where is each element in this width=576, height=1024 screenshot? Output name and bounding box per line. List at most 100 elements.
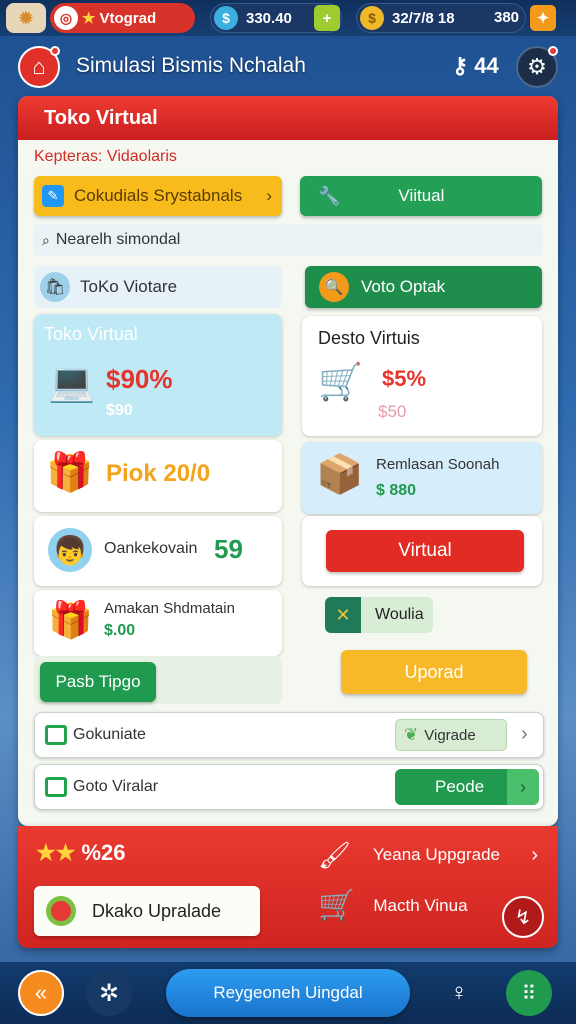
gear-avatar-icon: ✹: [17, 7, 35, 30]
magnifier-badge-icon: 🔍: [319, 272, 349, 302]
add-coins-button[interactable]: +: [314, 5, 340, 31]
row1-label: Gokuniate: [73, 726, 146, 743]
treasure-box-icon: 📦: [316, 454, 364, 496]
list-row-goto-viralar[interactable]: Goto Viralar Peode ›: [34, 764, 544, 810]
search-input[interactable]: ⌕ Nearelh simondal: [34, 224, 542, 256]
tab-toko-viotare[interactable]: 🛍 ToKo Viotare: [34, 266, 282, 308]
section-label: Kepteras: Vidaolaris: [34, 148, 177, 165]
category-dropdown-button[interactable]: ✎ Cokudials Srystabnals ›: [34, 176, 282, 216]
upgrade-link-label: Yeana Uppgrade: [373, 845, 501, 864]
pack-upgrade-button[interactable]: Pasb Tipgo: [40, 662, 156, 702]
main-nav-button[interactable]: Reygeoneh Uingdal: [166, 969, 410, 1017]
home-logo-icon: ⌂: [32, 54, 46, 79]
film-icon: [45, 725, 67, 745]
tools-tag[interactable]: ✕ Woulia: [325, 597, 433, 633]
profile-badge[interactable]: ✹: [6, 3, 46, 33]
sparkle-tools-icon: ✲: [98, 979, 120, 1007]
nav-menu-button[interactable]: ⠿: [506, 970, 552, 1016]
add-gems-button[interactable]: ✦: [530, 5, 556, 31]
list-row-gokuniate[interactable]: Gokuniate ❦ Vigrade ›: [34, 712, 544, 758]
virtual-red-button[interactable]: Virtual: [326, 530, 524, 572]
offer-card-right[interactable]: Desto Virtuis 🛒 $5% $50: [302, 316, 542, 436]
coin-icon: $: [214, 6, 238, 30]
wrench-icon: 🔧: [318, 185, 341, 206]
paint-roller-icon: 🖌: [318, 839, 352, 870]
back-arrow-icon: «: [34, 980, 48, 1005]
bonus-card[interactable]: 📦 Remlasan Soonah $ 880: [302, 442, 542, 514]
key-counter[interactable]: ⚷ 44: [452, 53, 499, 79]
film-icon-2: [45, 777, 67, 797]
game-title: Simulasi Bismis Nchalah: [76, 54, 306, 77]
offer-right-sub: $50: [378, 402, 407, 421]
notification-dot: [50, 46, 60, 56]
panel-title: Toko Virtual: [18, 96, 558, 140]
nav-back-button[interactable]: «: [18, 970, 64, 1016]
gift-price: $.00: [104, 622, 136, 639]
tab-voto-optak[interactable]: 🔍 Voto Optak: [305, 266, 542, 308]
character-card[interactable]: 👦 Oankekovain 59: [34, 516, 282, 586]
main-nav-label: Reygeoneh Uingdal: [213, 983, 363, 1002]
cart-link[interactable]: 🛒 Macth Vinua: [318, 888, 468, 923]
virtual-green-button[interactable]: 🔧 Viitual: [300, 176, 542, 216]
tab-voto-label: Voto Optak: [361, 277, 446, 296]
chevron-right-icon: ›: [266, 186, 272, 205]
row1-action-label: Vigrade: [424, 726, 476, 744]
gold-coin-icon: $: [360, 6, 384, 30]
game-header: ⌂ Simulasi Bismis Nchalah ⚷ 44 ⚙: [8, 40, 568, 92]
share-icon: ↯: [514, 906, 532, 929]
share-button[interactable]: ↯: [502, 896, 544, 938]
offer-card-left[interactable]: Toko Virtual 💻 $90% $90: [34, 314, 282, 436]
tools-icon: ✕: [325, 597, 361, 633]
pack-title: Piok 20/0: [106, 460, 211, 487]
offer-left-title: Toko Virtual: [44, 324, 138, 344]
settings-button[interactable]: ⚙: [516, 46, 558, 88]
upgrade-yellow-label: Uporad: [404, 661, 464, 682]
tab-toko-label: ToKo Viotare: [80, 277, 178, 296]
bonus-name: Remlasan Soonah: [376, 456, 500, 473]
bonus-price: $ 880: [376, 482, 417, 499]
virtual-green-label: Viitual: [398, 186, 445, 205]
edit-icon: ✎: [42, 185, 64, 207]
row2-label: Goto Viralar: [73, 778, 159, 795]
upgrade-panel: ★★ %26 🖌 Yeana Uppgrade › Dkako Upralade…: [18, 826, 558, 948]
gift-box-icon: 🎁: [46, 452, 94, 494]
stars-value: %26: [81, 840, 126, 865]
gem-orb-icon: [46, 896, 76, 926]
leaf-icon: ❦: [404, 725, 419, 744]
offer-left-sub: $90: [106, 402, 133, 419]
character-avatar: 👦: [48, 528, 92, 572]
dkako-upgrade-label: Dkako Upralade: [92, 900, 222, 921]
row2-action-button[interactable]: Peode ›: [395, 769, 539, 805]
gift-name: Amakan Shdmatain: [104, 600, 235, 617]
double-star-icon: ★★: [36, 840, 76, 865]
star-icon: ★: [82, 10, 96, 27]
nav-tools-button[interactable]: ✲: [86, 970, 132, 1016]
row1-action-button[interactable]: ❦ Vigrade: [395, 719, 507, 751]
home-button[interactable]: ⌂: [18, 46, 60, 88]
shopping-cart-icon: 🛒: [318, 889, 356, 922]
upgrade-link[interactable]: 🖌 Yeana Uppgrade ›: [318, 838, 538, 872]
key-icon: ⚷: [452, 53, 469, 78]
lightbulb-icon: ♀: [450, 979, 468, 1006]
gold-value: 32/7/8 18: [392, 9, 455, 27]
row1-chevron-icon: ›: [521, 723, 528, 745]
cart-coins-icon: 🛒: [318, 361, 363, 402]
virtual-red-label: Virtual: [398, 540, 452, 561]
level-label: Vtograd: [99, 9, 157, 27]
shop-badge-icon: 🛍: [40, 272, 70, 302]
nav-hint-button[interactable]: ♀: [436, 970, 482, 1016]
level-pill[interactable]: ◎ ★ Vtograd: [50, 3, 195, 33]
coins-value: 330.40: [246, 9, 292, 27]
offer-left-price: $90%: [106, 364, 173, 394]
target-icon: ◎: [54, 6, 78, 30]
upgrade-chevron-icon: ›: [531, 843, 538, 866]
bottom-nav: « ✲ Reygeoneh Uingdal ♀ ⠿: [0, 962, 576, 1024]
gift-card[interactable]: 🎁 Amakan Shdmatain $.00: [34, 590, 282, 656]
upgrade-yellow-button[interactable]: Uporad: [341, 650, 527, 694]
search-placeholder: Nearelh simondal: [55, 231, 181, 248]
pack-card[interactable]: 🎁 Piok 20/0: [34, 440, 282, 512]
offer-right-title: Desto Virtuis: [318, 328, 420, 348]
stars-counter: ★★ %26: [36, 840, 126, 866]
dkako-upgrade-button[interactable]: Dkako Upralade: [34, 886, 260, 936]
settings-notification-dot: [548, 46, 558, 56]
